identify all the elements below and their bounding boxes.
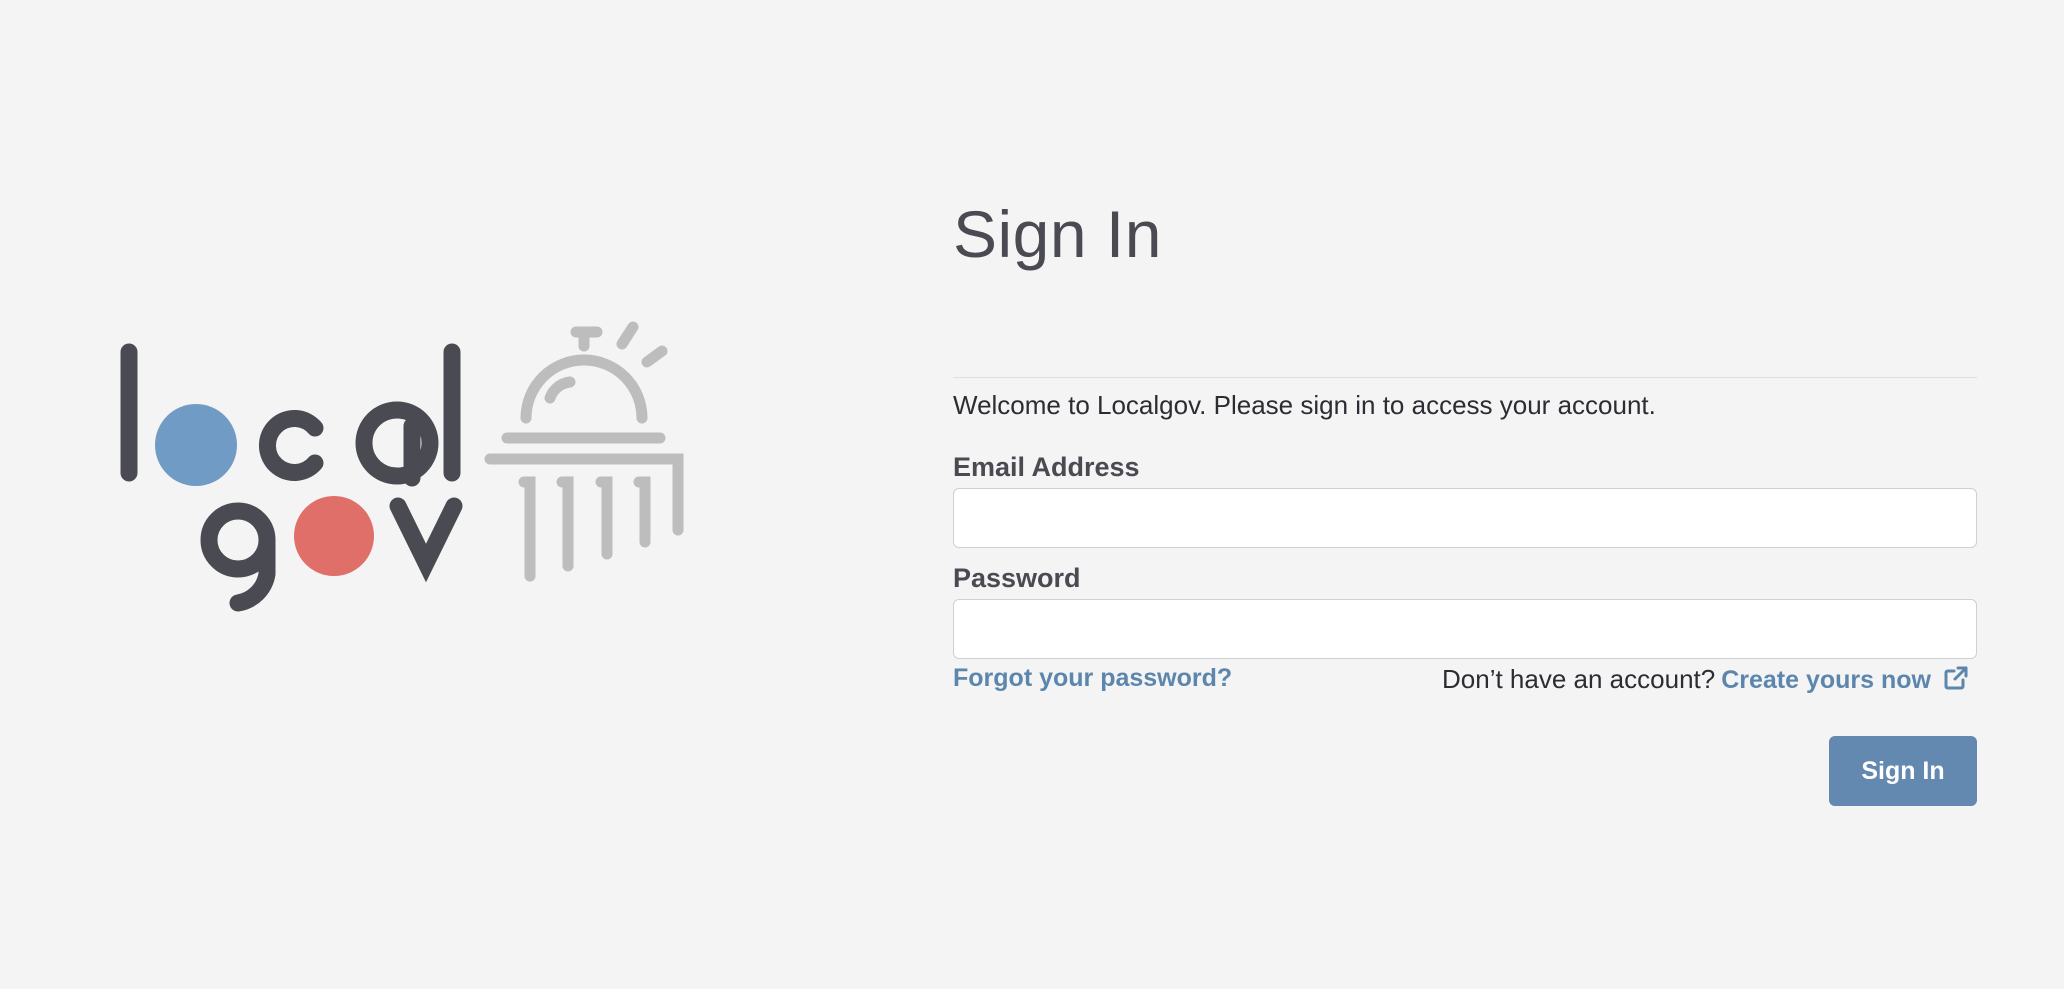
create-account-label: Create yours now	[1721, 666, 1931, 694]
page-title: Sign In	[953, 197, 1162, 271]
external-link-icon	[1943, 665, 1969, 691]
email-label: Email Address	[953, 452, 1140, 482]
welcome-message: Welcome to Localgov. Please sign in to a…	[953, 390, 1656, 420]
signup-prompt-row: Don’t have an account? Create yours now	[1442, 664, 1969, 695]
blue-dot	[155, 404, 237, 486]
bell-building-icon	[484, 321, 684, 582]
forgot-password-link[interactable]: Forgot your password?	[953, 664, 1232, 693]
localgov-logo	[110, 318, 690, 618]
divider	[953, 377, 1977, 378]
email-field[interactable]	[953, 488, 1977, 548]
password-label: Password	[953, 563, 1081, 593]
password-field[interactable]	[953, 599, 1977, 659]
create-account-link[interactable]: Create yours now	[1721, 666, 1969, 694]
sign-in-page: Sign In Welcome to Localgov. Please sign…	[0, 0, 2064, 989]
signup-prompt-text: Don’t have an account?	[1442, 664, 1716, 694]
sign-in-button[interactable]: Sign In	[1829, 736, 1977, 806]
red-dot	[294, 496, 374, 576]
localgov-logo-graphic	[120, 321, 684, 612]
